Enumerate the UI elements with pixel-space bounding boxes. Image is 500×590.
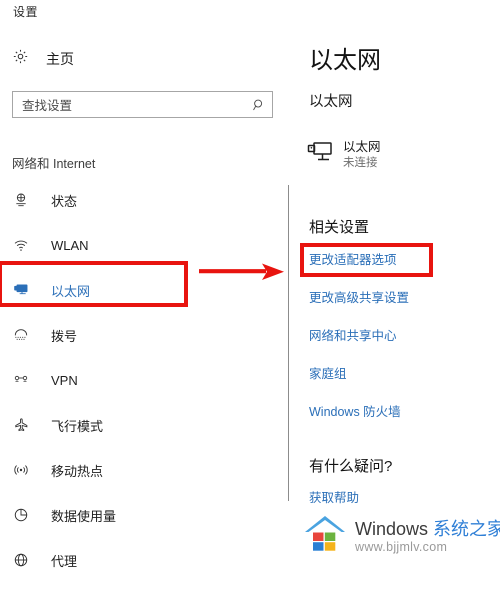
content-pane: 以太网 以太网 以太网 未连接 相关设置 更改适配器选项 更改高级共享设置 网络… (288, 0, 500, 567)
sidebar-home-label: 主页 (46, 51, 74, 67)
watermark: Windows 系统之家 www.bjjmlv.com (302, 513, 500, 560)
link-change-advanced-sharing[interactable]: 更改高级共享设置 (309, 287, 494, 306)
search-placeholder: 查找设置 (22, 99, 73, 113)
ethernet-adapter-item[interactable]: 以太网 未连接 (307, 140, 381, 170)
status-globe-icon (13, 192, 37, 208)
link-get-help[interactable]: 获取帮助 (309, 487, 359, 506)
sidebar-item-airplane-mode[interactable]: 飞行模式 (0, 410, 282, 440)
hotspot-icon (13, 462, 37, 478)
sidebar-ethernet-highlight-box (0, 261, 188, 307)
ethernet-monitor-icon (307, 140, 333, 169)
sidebar-nav-list: 状态 WLAN 以太网 拨号 VPN 飞行模式 移动热点 数据使用量 代理 (0, 185, 282, 590)
gear-icon (12, 48, 29, 70)
sidebar-item-label: VPN (51, 372, 78, 388)
questions-heading: 有什么疑问? (309, 458, 393, 475)
wifi-icon (13, 237, 37, 253)
sidebar-item-proxy[interactable]: 代理 (0, 545, 282, 575)
sidebar-item-label: 拨号 (51, 328, 78, 344)
sidebar-item-label: 状态 (51, 193, 78, 209)
proxy-globe-icon (13, 552, 37, 568)
link-homegroup[interactable]: 家庭组 (309, 363, 494, 382)
sidebar-item-label: 飞行模式 (51, 418, 104, 434)
watermark-brand-cn: 系统之家 (433, 519, 500, 540)
search-input[interactable]: 查找设置 (12, 91, 273, 118)
vpn-icon (13, 372, 37, 388)
watermark-url: www.bjjmlv.com (355, 539, 448, 554)
airplane-icon (13, 417, 37, 433)
sidebar-item-vpn[interactable]: VPN (0, 365, 282, 395)
adapter-name: 以太网 (343, 140, 381, 154)
sidebar-item-label: 移动热点 (51, 463, 104, 479)
sidebar-item-dialup[interactable]: 拨号 (0, 320, 282, 350)
sidebar-item-label: WLAN (51, 237, 89, 253)
related-settings-heading: 相关设置 (309, 219, 370, 236)
watermark-brand-en: Windows (355, 519, 434, 540)
adapter-status: 未连接 (343, 156, 378, 169)
watermark-text: Windows 系统之家 www.bjjmlv.com (355, 519, 500, 553)
sidebar-item-label: 数据使用量 (51, 508, 117, 524)
sidebar-item-status[interactable]: 状态 (0, 185, 282, 215)
search-icon[interactable] (246, 98, 272, 112)
change-adapter-options-highlight-box (300, 243, 433, 277)
link-network-sharing-center[interactable]: 网络和共享中心 (309, 325, 494, 344)
watermark-brand: Windows 系统之家 (355, 519, 500, 539)
sidebar-category-label: 网络和 Internet (12, 157, 96, 171)
page-title: 以太网 (309, 47, 381, 74)
related-settings-links: 更改适配器选项 更改高级共享设置 网络和共享中心 家庭组 Windows 防火墙 (309, 249, 494, 439)
data-usage-icon (13, 507, 37, 523)
sidebar-item-data-usage[interactable]: 数据使用量 (0, 500, 282, 530)
pointer-arrow-icon (199, 262, 285, 282)
link-windows-firewall[interactable]: Windows 防火墙 (309, 401, 494, 420)
adapter-text-group: 以太网 未连接 (343, 140, 381, 170)
section-subtitle: 以太网 (309, 94, 353, 110)
dialup-icon (13, 327, 37, 343)
windows-house-logo (302, 513, 348, 560)
sidebar-item-wlan[interactable]: WLAN (0, 230, 282, 260)
sidebar-item-home[interactable]: 主页 (12, 48, 74, 70)
sidebar-item-mobile-hotspot[interactable]: 移动热点 (0, 455, 282, 485)
